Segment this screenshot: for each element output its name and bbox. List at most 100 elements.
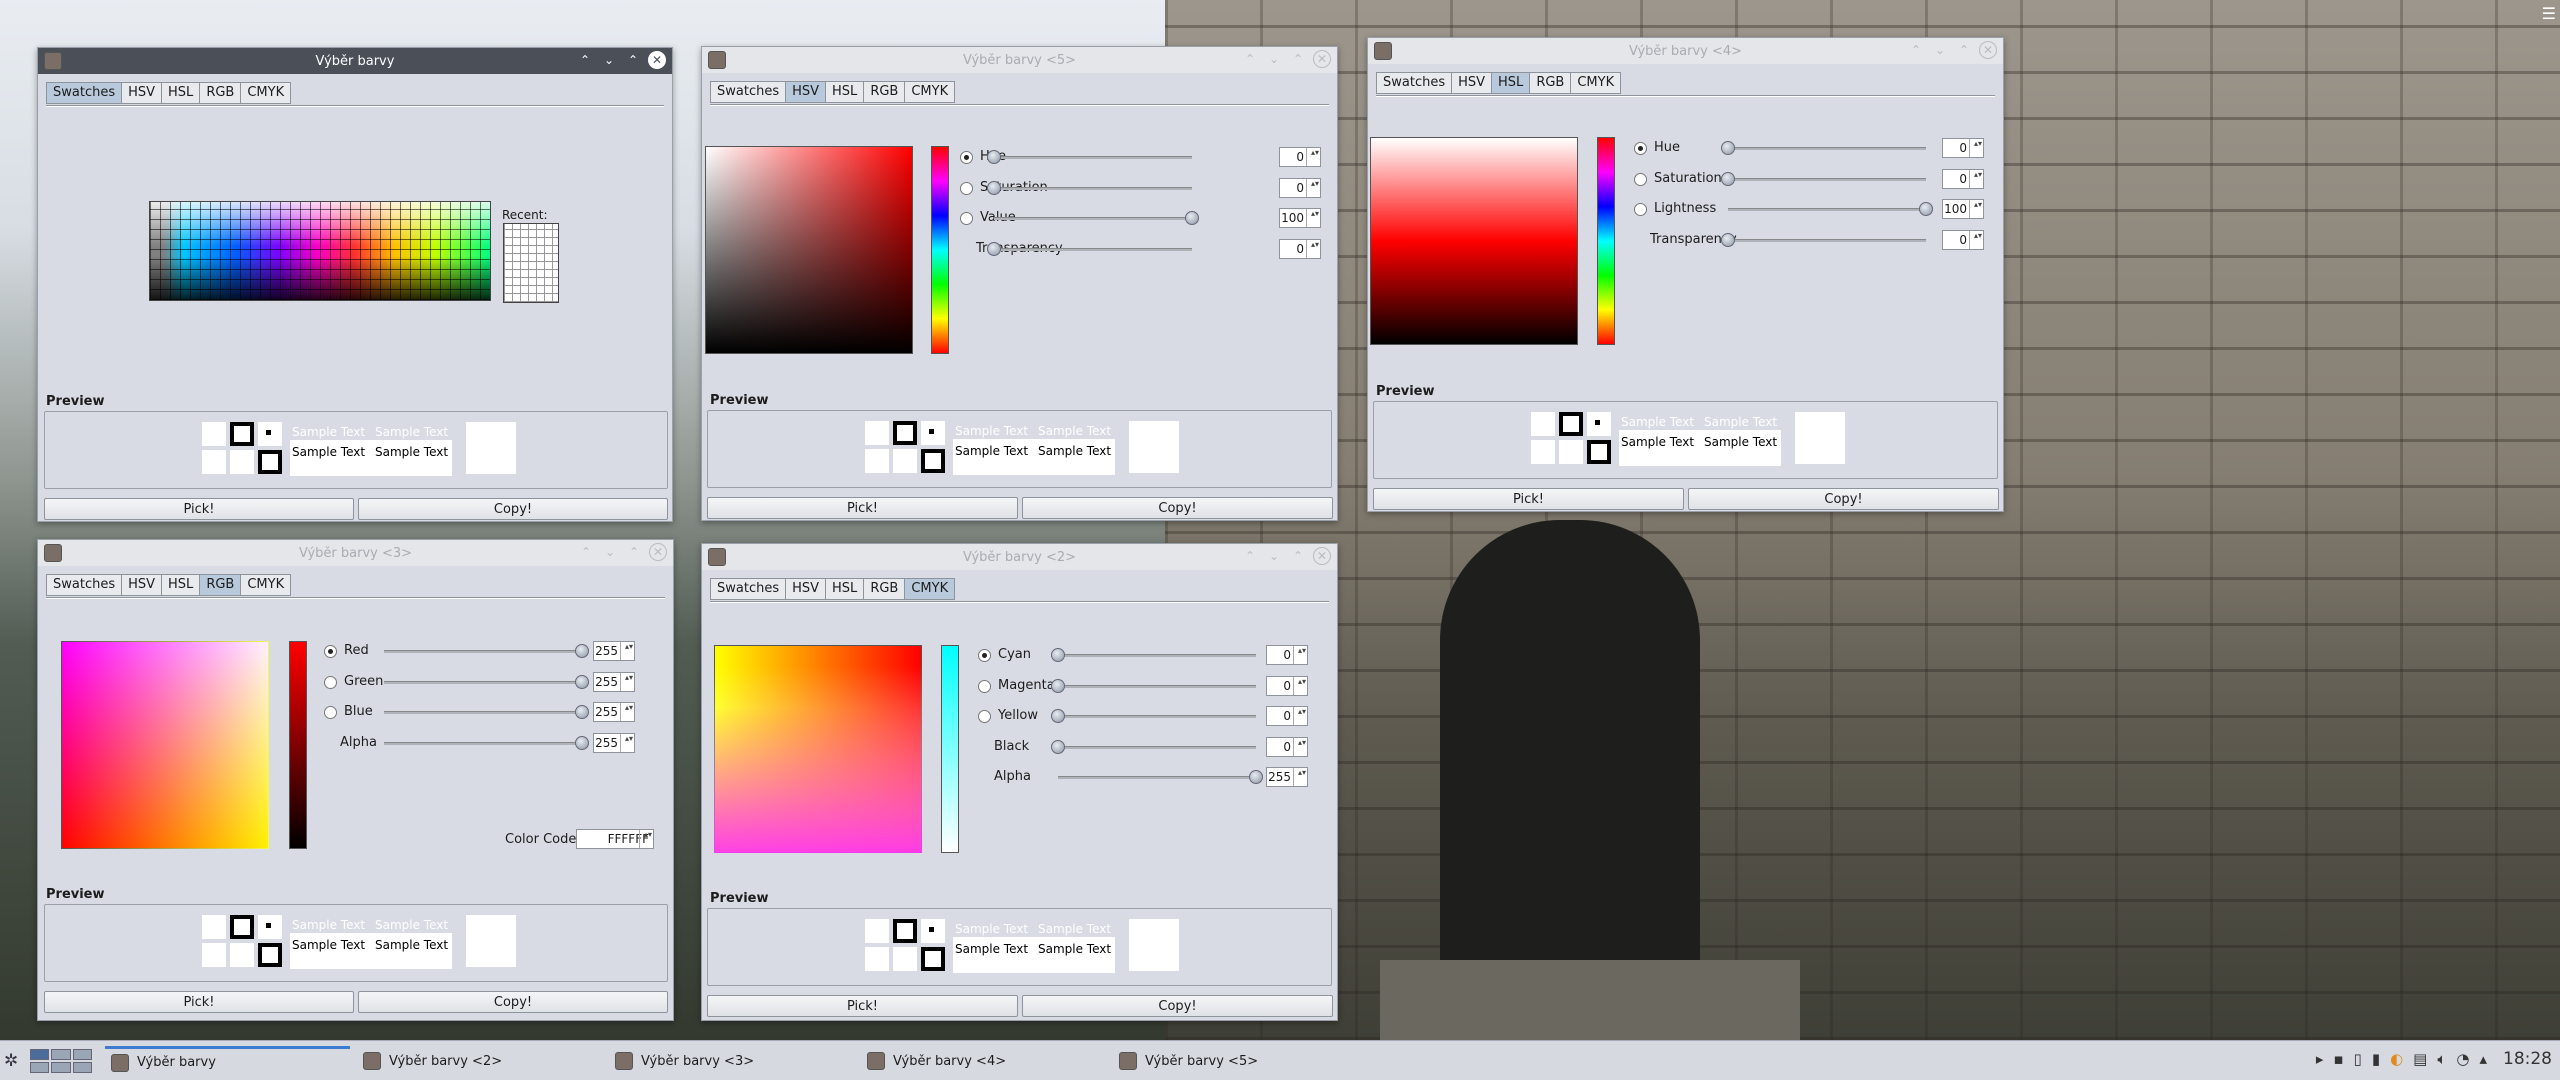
maximize-icon[interactable]: ⌃ xyxy=(1289,50,1307,68)
transparency-spinner[interactable]: 0 xyxy=(1942,230,1984,250)
blue-radio[interactable] xyxy=(324,706,337,719)
close-icon[interactable]: ✕ xyxy=(1313,50,1331,68)
tab-swatches[interactable]: Swatches xyxy=(1376,72,1452,94)
magenta-spinner[interactable]: 0 xyxy=(1266,676,1308,696)
pick-button[interactable]: Pick! xyxy=(707,995,1018,1017)
clipboard-icon[interactable]: ▤ xyxy=(2413,1050,2427,1068)
saturation-slider[interactable] xyxy=(994,187,1192,190)
pick-button[interactable]: Pick! xyxy=(707,497,1018,519)
task-button[interactable]: Výběr barvy <3> xyxy=(609,1046,854,1076)
cyan-spinner[interactable]: 0 xyxy=(1266,645,1308,665)
pick-button[interactable]: Pick! xyxy=(44,991,354,1013)
tab-hsv[interactable]: HSV xyxy=(121,82,162,104)
tab-rgb[interactable]: RGB xyxy=(199,574,241,596)
magenta-radio[interactable] xyxy=(978,680,991,693)
saturation-value-picker[interactable] xyxy=(705,146,913,354)
night-light-icon[interactable]: ◐ xyxy=(2390,1050,2403,1068)
minimize-icon[interactable]: ⌄ xyxy=(1265,547,1283,565)
alpha-slider[interactable] xyxy=(1058,776,1256,779)
magenta-slider[interactable] xyxy=(1058,685,1256,688)
black-spinner[interactable]: 0 xyxy=(1266,737,1308,757)
alpha-slider-thumb[interactable] xyxy=(1249,770,1263,784)
pick-button[interactable]: Pick! xyxy=(1373,488,1684,510)
hue-spinner[interactable]: 0 xyxy=(1942,138,1984,158)
tab-swatches[interactable]: Swatches xyxy=(46,574,122,596)
transparency-slider[interactable] xyxy=(1728,239,1926,242)
tab-hsl[interactable]: HSL xyxy=(161,574,200,596)
green-spinner[interactable]: 255 xyxy=(593,672,635,692)
green-slider[interactable] xyxy=(384,681,582,684)
desktop-6[interactable] xyxy=(72,1062,92,1073)
terminal-icon[interactable]: ▸ xyxy=(2316,1050,2324,1068)
keep-above-icon[interactable]: ⌃ xyxy=(576,51,594,69)
hue-radio[interactable] xyxy=(1634,142,1647,155)
black-slider-thumb[interactable] xyxy=(1051,740,1065,754)
red-radio[interactable] xyxy=(324,645,337,658)
screen-icon[interactable]: ▪ xyxy=(2333,1050,2343,1068)
pick-button[interactable]: Pick! xyxy=(44,498,354,520)
hue-slider[interactable] xyxy=(994,156,1192,159)
alpha-spinner[interactable]: 255 xyxy=(593,733,635,753)
tab-swatches[interactable]: Swatches xyxy=(710,578,786,600)
lightness-slider[interactable] xyxy=(1728,208,1926,211)
keep-above-icon[interactable]: ⌃ xyxy=(1907,41,1925,59)
copy-button[interactable]: Copy! xyxy=(1688,488,1999,510)
tab-cmyk[interactable]: CMYK xyxy=(240,82,292,104)
maximize-icon[interactable]: ⌃ xyxy=(624,51,642,69)
titlebar[interactable]: Výběr barvy <3> ⌃ ⌄ ⌃ ✕ xyxy=(38,540,673,566)
tab-hsv[interactable]: HSV xyxy=(785,81,826,103)
cyan-slider-strip[interactable] xyxy=(941,645,959,853)
clock[interactable]: 18:28 xyxy=(2503,1049,2552,1069)
volume-icon[interactable]: 🔈︎ xyxy=(2437,1050,2446,1068)
saturation-lightness-picker[interactable] xyxy=(1370,137,1578,345)
copy-button[interactable]: Copy! xyxy=(358,991,668,1013)
saturation-slider[interactable] xyxy=(1728,178,1926,181)
blue-spinner[interactable]: 255 xyxy=(593,702,635,722)
red-spinner[interactable]: 255 xyxy=(593,641,635,661)
titlebar[interactable]: Výběr barvy <4> ⌃ ⌄ ⌃ ✕ xyxy=(1368,38,2003,64)
transparency-slider[interactable] xyxy=(994,248,1192,251)
lightness-slider-thumb[interactable] xyxy=(1919,202,1933,216)
virtual-desktop-pager[interactable] xyxy=(30,1049,92,1073)
blue-slider-thumb[interactable] xyxy=(575,705,589,719)
tab-hsv[interactable]: HSV xyxy=(1451,72,1492,94)
value-radio[interactable] xyxy=(960,212,973,225)
alpha-slider-thumb[interactable] xyxy=(575,736,589,750)
titlebar[interactable]: Výběr barvy ⌃ ⌄ ⌃ ✕ xyxy=(38,48,672,74)
red-slider-thumb[interactable] xyxy=(575,644,589,658)
saturation-slider-thumb[interactable] xyxy=(1721,172,1735,186)
saturation-radio[interactable] xyxy=(960,182,973,195)
saturation-radio[interactable] xyxy=(1634,173,1647,186)
cyan-radio[interactable] xyxy=(978,649,991,662)
minimize-icon[interactable]: ⌄ xyxy=(601,543,619,561)
hue-radio[interactable] xyxy=(960,151,973,164)
tab-rgb[interactable]: RGB xyxy=(863,578,905,600)
desktop-4[interactable] xyxy=(30,1062,50,1073)
hue-slider-strip[interactable] xyxy=(1597,137,1615,345)
desktop-menu-icon[interactable]: ☰ xyxy=(2542,4,2556,23)
keep-above-icon[interactable]: ⌃ xyxy=(1241,547,1259,565)
close-icon[interactable]: ✕ xyxy=(1979,41,1997,59)
maximize-icon[interactable]: ⌃ xyxy=(625,543,643,561)
close-icon[interactable]: ✕ xyxy=(649,543,667,561)
desktop-3[interactable] xyxy=(72,1049,92,1060)
hue-slider-thumb[interactable] xyxy=(987,150,1001,164)
keep-above-icon[interactable]: ⌃ xyxy=(1241,50,1259,68)
minimize-icon[interactable]: ⌄ xyxy=(600,51,618,69)
cyan-slider-thumb[interactable] xyxy=(1051,648,1065,662)
tab-cmyk[interactable]: CMYK xyxy=(904,578,956,600)
notes-icon[interactable]: ▯ xyxy=(2354,1050,2362,1068)
application-launcher-icon[interactable]: ✲ xyxy=(4,1051,24,1071)
copy-button[interactable]: Copy! xyxy=(358,498,668,520)
saturation-slider-thumb[interactable] xyxy=(987,181,1001,195)
lightness-radio[interactable] xyxy=(1634,203,1647,216)
tab-cmyk[interactable]: CMYK xyxy=(240,574,292,596)
tab-hsl[interactable]: HSL xyxy=(161,82,200,104)
black-slider[interactable] xyxy=(1058,746,1256,749)
green-slider-thumb[interactable] xyxy=(575,675,589,689)
network-icon[interactable]: ◔ xyxy=(2456,1050,2469,1068)
tab-cmyk[interactable]: CMYK xyxy=(1570,72,1622,94)
tray-expand-icon[interactable]: ▴ xyxy=(2479,1050,2487,1068)
hue-spinner[interactable]: 0 xyxy=(1279,147,1321,167)
color-code-field[interactable]: FFFFFF xyxy=(576,829,654,849)
